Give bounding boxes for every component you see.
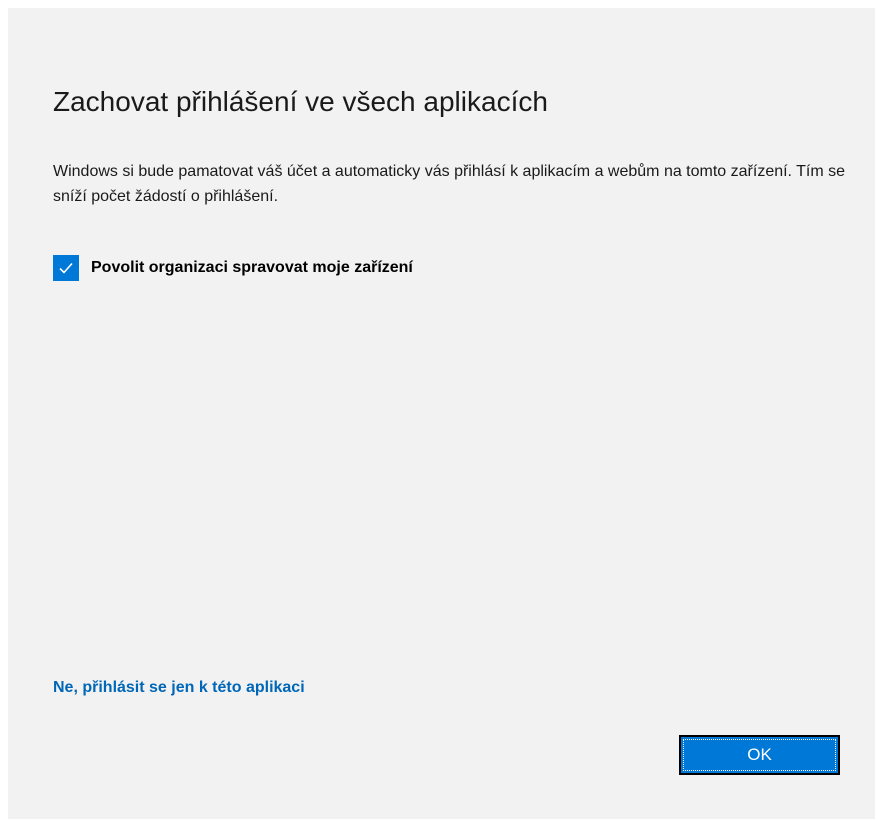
ok-button-label: OK bbox=[683, 739, 836, 771]
allow-org-manage-checkbox[interactable] bbox=[53, 255, 79, 281]
dialog-title: Zachovat přihlášení ve všech aplikacích bbox=[53, 86, 548, 117]
dialog-description: Windows si bude pamatovat váš účet a aut… bbox=[53, 163, 846, 205]
sign-in-this-app-only-link[interactable]: Ne, přihlásit se jen k této aplikaci bbox=[53, 679, 305, 697]
checkmark-icon bbox=[59, 262, 73, 274]
ok-button[interactable]: OK bbox=[679, 735, 840, 775]
allow-org-manage-checkbox-row[interactable]: Povolit organizaci spravovat moje zaříze… bbox=[53, 255, 413, 281]
checkbox-label[interactable]: Povolit organizaci spravovat moje zaříze… bbox=[91, 259, 413, 277]
sign-in-dialog: Zachovat přihlášení ve všech aplikacích … bbox=[8, 8, 875, 819]
